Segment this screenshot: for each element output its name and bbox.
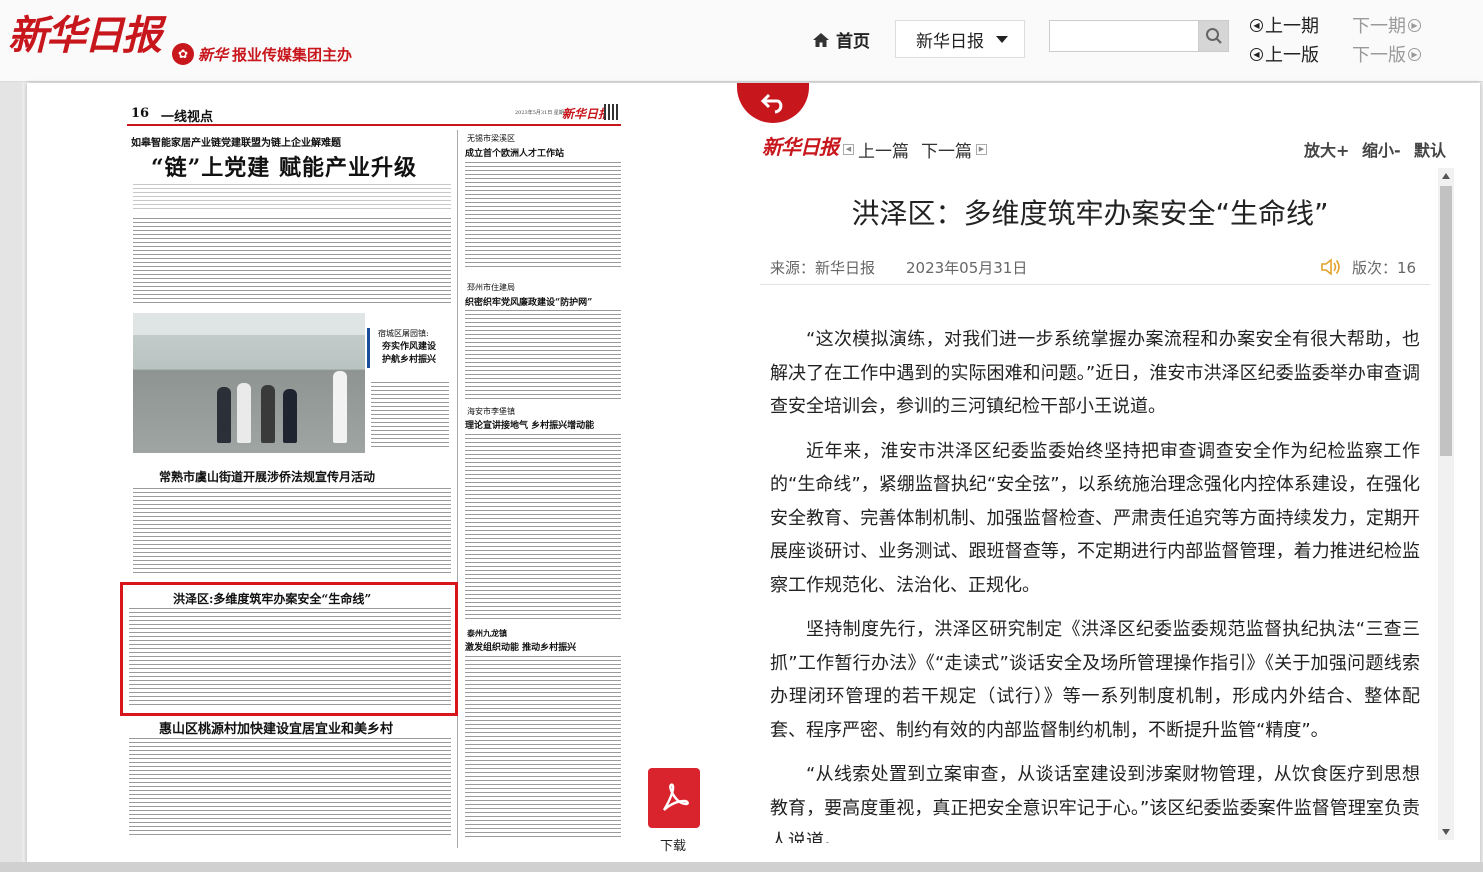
zoom-out-button[interactable]: 缩小- — [1362, 137, 1401, 161]
article-paragraph: 近年来，淮安市洪泽区纪委监委始终坚持把审查调查安全作为纪检监察工作的“生命线”，… — [770, 440, 1420, 596]
article-paragraph: “从线索处置到立案审查，从谈话室建设到涉案财物管理，从饮食医疗到思想教育，要高度… — [770, 764, 1420, 843]
np-story2-text — [133, 488, 451, 574]
np-story2-title: 常熟市虞山街道开展涉侨法规宣传月活动 — [159, 470, 376, 484]
home-label: 首页 — [836, 32, 870, 52]
site-sublogo: ✿ 新华 报业传媒集团主办 — [172, 43, 352, 65]
group-logo-icon: ✿ — [172, 43, 194, 65]
prev-page-link[interactable]: ◀ 上一版 — [1250, 41, 1319, 67]
group-logo-mark: 新华 — [198, 45, 229, 64]
speaker-icon[interactable] — [1320, 257, 1342, 281]
np-rc3-region: 海安市李堡镇 — [467, 407, 515, 416]
np-kicker: 如皋智能家居产业链党建联盟为链上企业解难题 — [131, 138, 341, 149]
np-rc1-title: 成立首个欧洲人才工作站 — [465, 149, 565, 159]
np-story4-text — [129, 738, 451, 836]
zoom-default-button[interactable]: 默认 — [1414, 137, 1446, 161]
np-rc3-title: 理论宣讲接地气 乡村振兴增动能 — [465, 421, 595, 431]
article-prev-link[interactable]: 上一篇 — [858, 137, 909, 162]
article-logo: 新华日报 — [762, 135, 839, 159]
np-top-rule — [127, 124, 621, 126]
np-rc4-text — [465, 656, 621, 838]
np-photo-title-2: 护航乡村振兴 — [382, 355, 437, 365]
search-icon — [1205, 28, 1222, 44]
np-photo-text — [371, 382, 449, 450]
np-rc2-text — [465, 310, 621, 400]
next-circle-icon: ▶ — [1408, 47, 1421, 61]
article-next-link[interactable]: 下一篇 — [921, 137, 972, 162]
np-rc3-text — [465, 434, 621, 620]
prev-issue-label: 上一期 — [1265, 16, 1319, 37]
back-arrow-icon — [760, 93, 783, 114]
article-date: 2023年05月31日 — [906, 259, 1028, 277]
prev-square-icon: ◀ — [843, 144, 854, 155]
np-rc4-region: 泰州九龙镇 — [467, 628, 507, 638]
article-source: 来源：新华日报 — [770, 259, 876, 277]
article-paragraph: “这次模拟演练，对我们进一步系统掌握办案流程和办案安全有很大帮助，也解决了在工作… — [770, 329, 1420, 417]
article-page: 版次：16 — [1352, 259, 1417, 277]
np-lead-text — [133, 184, 451, 212]
article-title: 洪泽区：多维度筑牢办案安全“生命线” — [851, 197, 1329, 230]
search-input[interactable] — [1049, 20, 1199, 52]
np-photo — [133, 313, 365, 453]
zoom-in-button[interactable]: 放大+ — [1304, 137, 1349, 161]
np-lead-columns — [133, 218, 451, 306]
scroll-up-arrow[interactable] — [1438, 168, 1454, 184]
np-column-divider — [457, 130, 458, 848]
prev-circle-icon: ◀ — [1250, 47, 1263, 61]
prev-circle-icon: ◀ — [1250, 18, 1263, 32]
next-page-label: 下一版 — [1352, 45, 1406, 66]
next-issue-label: 下一期 — [1352, 16, 1406, 37]
np-section: 一线视点 — [161, 110, 214, 125]
np-photo-caption: 宿城区屠园镇: 夯实作风建设 护航乡村振兴 — [367, 328, 453, 368]
prev-page-label: 上一版 — [1265, 45, 1319, 66]
next-circle-icon: ▶ — [1408, 18, 1421, 32]
group-logo-text: 报业传媒集团主办 — [232, 45, 353, 64]
home-icon — [813, 32, 829, 47]
np-date-line: 2023年5月31日 星期三 — [515, 110, 569, 116]
left-shade — [0, 82, 22, 872]
next-square-icon: ▶ — [976, 144, 987, 155]
np-rc1-text — [465, 162, 621, 270]
home-link[interactable]: 首页 — [812, 27, 870, 52]
caret-down-icon — [996, 35, 1008, 43]
np-photo-region: 宿城区屠园镇: — [378, 329, 429, 338]
np-page-number: 16 — [131, 106, 150, 121]
meta-divider — [760, 284, 1430, 285]
newspaper-page[interactable]: 16 一线视点 2023年5月31日 星期三 新华日报 如皋智能家居产业链党建联… — [115, 100, 625, 848]
np-rc2-region: 邳州市住建局 — [467, 283, 515, 292]
site-logo[interactable]: 新华日报 — [8, 3, 162, 61]
np-story4-title: 惠山区桃源村加快建设宜居宜业和美乡村 — [159, 722, 394, 737]
np-rc1-region: 无锡市梁溪区 — [467, 134, 515, 143]
np-masthead: 新华日报 — [562, 107, 611, 121]
article-prev-next: ◀ 上一篇 下一篇 ▶ — [843, 137, 987, 162]
np-rc4-title: 激发组织动能 推动乡村振兴 — [465, 643, 577, 653]
pdf-icon — [662, 783, 689, 811]
qr-code — [604, 104, 620, 120]
next-issue-link[interactable]: 下一期 ▶ — [1352, 12, 1421, 38]
paper-select[interactable]: 新华日报 — [895, 20, 1025, 58]
next-page-link[interactable]: 下一版 ▶ — [1352, 41, 1421, 67]
article-body: “这次模拟演练，对我们进一步系统掌握办案流程和办案安全有很大帮助，也解决了在工作… — [770, 323, 1420, 843]
np-rc2-title: 织密织牢党风廉政建设“防护网” — [465, 298, 593, 308]
np-headline: “链”上党建 赋能产业升级 — [151, 155, 417, 181]
article-paragraph: 坚持制度先行，洪泽区研究制定《洪泽区纪委监委规范监督执纪执法“三查三抓”工作暂行… — [770, 619, 1420, 741]
prev-issue-link[interactable]: ◀ 上一期 — [1250, 12, 1319, 38]
pdf-download-button[interactable] — [648, 768, 700, 828]
scrollbar-thumb[interactable] — [1440, 186, 1452, 456]
np-photo-title-1: 夯实作风建设 — [382, 342, 437, 352]
paper-select-value: 新华日报 — [916, 31, 984, 52]
search-button[interactable] — [1199, 20, 1229, 52]
bottom-shade — [0, 862, 1483, 872]
download-label[interactable]: 下载 — [660, 835, 686, 854]
scroll-down-arrow[interactable] — [1438, 824, 1454, 840]
selected-article-highlight[interactable] — [120, 582, 458, 716]
